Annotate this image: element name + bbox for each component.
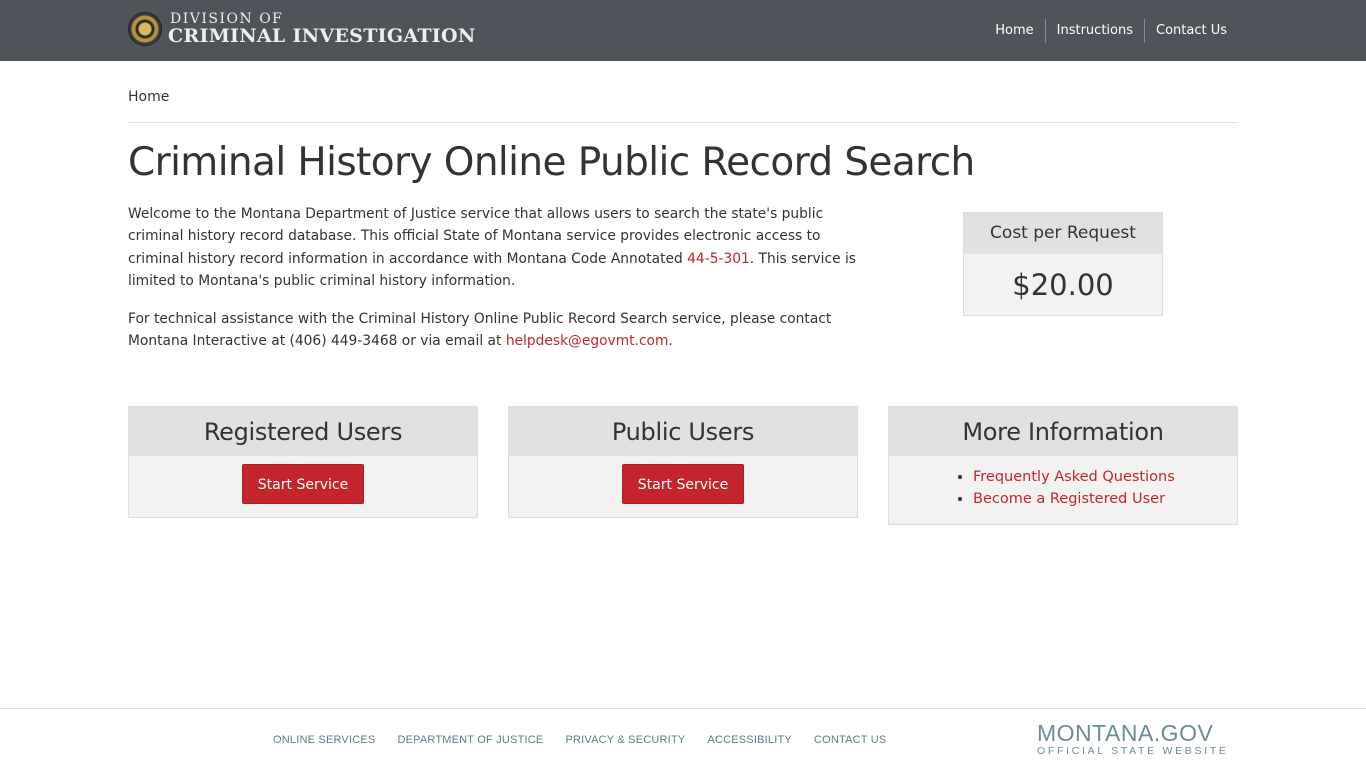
cost-box: Cost per Request $20.00 [963,212,1163,316]
intro-text: Welcome to the Montana Department of Jus… [128,203,858,369]
intro-p2-text-a: For technical assistance with the Crimin… [128,311,832,350]
registered-start-service-button[interactable]: Start Service [241,464,365,504]
montana-gov-logo-main: MONTANA.GOV [1037,720,1214,746]
become-registered-user-link[interactable]: Become a Registered User [973,491,1165,507]
main-nav: Home Instructions Contact Us [984,19,1238,43]
footer-links: ONLINE SERVICES DEPARTMENT OF JUSTICE PR… [262,734,897,746]
footer-contact-us-link[interactable]: CONTACT US [814,734,887,746]
cost-value: $20.00 [1012,268,1114,302]
faq-link[interactable]: Frequently Asked Questions [973,469,1175,485]
nav-contact-us[interactable]: Contact Us [1144,19,1238,43]
brand-line-1: DIVISION OF [170,11,284,27]
list-item: Become a Registered User [973,488,1237,510]
helpdesk-email-link[interactable]: helpdesk@egovmt.com [506,333,669,349]
montana-gov-logo-sub: OFFICIAL STATE WEBSITE [1037,745,1229,757]
footer-privacy-security-link[interactable]: PRIVACY & SECURITY [565,734,685,746]
public-start-service-button[interactable]: Start Service [621,464,745,504]
footer-doj-link[interactable]: DEPARTMENT OF JUSTICE [397,734,543,746]
registered-users-body: Start Service [129,456,477,517]
nav-instructions[interactable]: Instructions [1044,19,1144,43]
more-information-panel: More Information Frequently Asked Questi… [888,406,1238,525]
more-information-list: Frequently Asked Questions Become a Regi… [889,456,1237,524]
intro-paragraph-2: For technical assistance with the Crimin… [128,308,858,353]
registered-users-panel: Registered Users Start Service [128,406,478,518]
nav-home[interactable]: Home [984,19,1044,43]
footer-accessibility-link[interactable]: ACCESSIBILITY [707,734,792,746]
mca-statute-link[interactable]: 44-5-301 [687,251,750,267]
list-item: Frequently Asked Questions [973,466,1237,488]
public-users-panel: Public Users Start Service [508,406,858,518]
page-title: Criminal History Online Public Record Se… [128,140,975,185]
brand-text: DIVISION OF CRIMINAL INVESTIGATION [168,12,476,46]
footer-online-services-link[interactable]: ONLINE SERVICES [273,734,375,746]
footer: ONLINE SERVICES DEPARTMENT OF JUSTICE PR… [0,708,1366,768]
brand-logo-link[interactable]: DIVISION OF CRIMINAL INVESTIGATION [128,12,476,46]
intro-p2-text-b: . [668,333,673,350]
more-information-title: More Information [889,407,1237,456]
registered-users-title: Registered Users [129,407,477,456]
breadcrumb-home: Home [128,89,170,105]
intro-paragraph-1: Welcome to the Montana Department of Jus… [128,203,858,292]
montana-gov-logo[interactable]: MONTANA.GOV OFFICIAL STATE WEBSITE [1037,721,1229,757]
brand-line-2: CRIMINAL INVESTIGATION [168,25,476,47]
cost-label: Cost per Request [964,213,1162,254]
public-users-body: Start Service [509,456,857,517]
public-users-title: Public Users [509,407,857,456]
doj-seal-icon [128,12,162,46]
top-navbar: DIVISION OF CRIMINAL INVESTIGATION Home … [0,0,1366,61]
breadcrumb: Home [128,89,1238,123]
